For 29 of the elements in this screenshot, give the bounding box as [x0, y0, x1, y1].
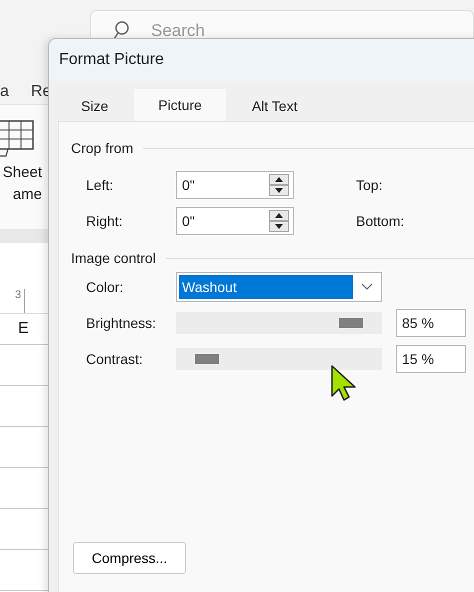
field-label: Color: — [85, 279, 124, 295]
field-label: Contrast: — [85, 351, 144, 367]
window-title: Format Picture — [59, 51, 164, 69]
compress-button[interactable]: Compress... — [73, 542, 186, 574]
ruler-mark: 3 — [15, 289, 26, 313]
field-label: Top: — [356, 177, 382, 193]
field-label: Bottom: — [356, 213, 404, 229]
slider-thumb[interactable] — [339, 318, 364, 328]
field-label: Left: — [85, 177, 114, 193]
tab[interactable]: Picture — [134, 89, 226, 121]
field-label: Right: — [85, 213, 124, 229]
ribbon-button-label[interactable]: Sheet — [2, 162, 42, 184]
ribbon-button-label[interactable]: ame — [12, 184, 42, 206]
ribbon-tab[interactable]: a — [0, 83, 9, 101]
slider[interactable] — [176, 348, 382, 370]
spin-field[interactable]: 0" — [176, 207, 294, 235]
slider[interactable] — [176, 312, 382, 334]
group-title: Crop from — [71, 140, 134, 156]
field-label: Brightness: — [85, 315, 158, 331]
percent-field[interactable]: 85 % — [396, 309, 466, 337]
slider-thumb[interactable] — [194, 354, 219, 364]
color-dropdown[interactable]: Washout — [176, 272, 382, 302]
group-title: Image control — [71, 250, 156, 266]
spin-field[interactable]: 0" — [176, 171, 294, 199]
search-icon — [113, 21, 131, 41]
chevron-down-icon — [361, 283, 373, 291]
mouse-cursor-icon — [330, 364, 358, 402]
percent-field[interactable]: 15 % — [396, 345, 466, 373]
search-placeholder: Search — [151, 21, 205, 41]
